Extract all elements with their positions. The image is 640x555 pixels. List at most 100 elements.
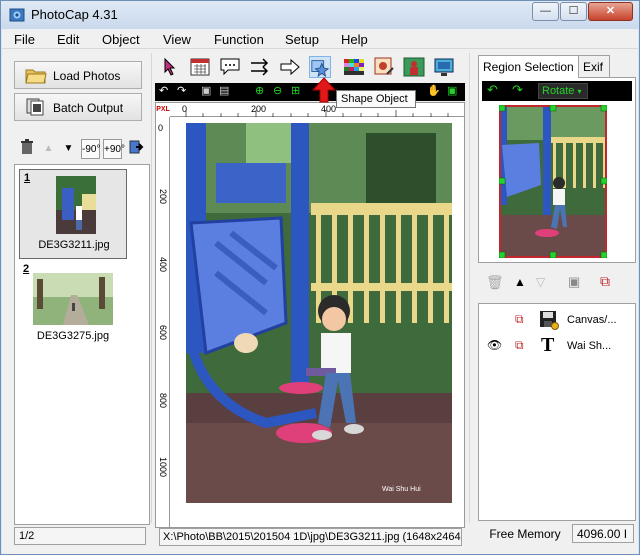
- color-palette-icon[interactable]: [343, 56, 365, 78]
- line-tool-icon[interactable]: [249, 56, 271, 78]
- delete-layer-icon[interactable]: 🗑: [486, 274, 504, 291]
- thumbnail-index: 2: [23, 263, 30, 275]
- calendar-icon[interactable]: [189, 56, 211, 78]
- rotate-dropdown-label: Rotate: [542, 85, 575, 97]
- menu-object[interactable]: Object: [102, 32, 140, 47]
- thumbnail-toolbar: ▲ ▼ -90° +90°: [14, 137, 150, 161]
- right-tabs: Region Selection Exif: [478, 55, 636, 78]
- layer-up-icon[interactable]: ▲: [514, 275, 526, 289]
- region-toolbar: ↶ ↷ Rotate ▾: [482, 81, 632, 101]
- photocap-app-icon: [9, 8, 25, 22]
- right-splitter[interactable]: [469, 53, 471, 523]
- layer-merge-icon[interactable]: ▣: [568, 274, 580, 290]
- ruler-v-label: 0: [158, 123, 164, 133]
- full-screen-icon[interactable]: ▣: [447, 84, 457, 97]
- speech-bubble-icon[interactable]: [219, 56, 241, 78]
- object-toolbar: [155, 53, 465, 83]
- ruler-h-ticks: [185, 110, 449, 117]
- thumbnail-image-2: [33, 273, 113, 325]
- maximize-button[interactable]: ☐: [560, 2, 587, 21]
- select-pointer-icon[interactable]: [159, 56, 181, 78]
- move-up-button[interactable]: ▲: [39, 139, 58, 159]
- export-photo-button[interactable]: [127, 139, 146, 159]
- batch-output-button[interactable]: Batch Output: [14, 93, 142, 121]
- thumbnail-item-1[interactable]: 1 DE3G3211.jpg: [19, 169, 127, 259]
- load-photos-button[interactable]: Load Photos: [14, 61, 142, 89]
- horizontal-ruler: 0 200 400: [156, 103, 464, 117]
- eye-visibility-icon[interactable]: 👁: [487, 338, 502, 352]
- layer-export-icon[interactable]: ⧉: [600, 273, 610, 290]
- shape-object-icon[interactable]: [309, 56, 331, 78]
- free-memory-label: Free Memory: [489, 527, 561, 541]
- ruler-v-label: 1000: [158, 457, 168, 478]
- delete-photo-button[interactable]: [17, 139, 36, 159]
- close-button[interactable]: ✕: [588, 2, 633, 21]
- menu-view[interactable]: View: [163, 32, 191, 47]
- window-title: PhotoCap 4.31: [31, 7, 118, 22]
- thumbnail-image-1: [56, 176, 96, 234]
- thumbnail-item-2[interactable]: 2 DE3G3275.jpg: [19, 261, 127, 351]
- app-window: PhotoCap 4.31 — ☐ ✕ File Edit Object Vie…: [0, 0, 640, 555]
- move-down-button[interactable]: ▼: [59, 139, 78, 159]
- rotate-ccw-button[interactable]: -90°: [81, 139, 100, 159]
- ruler-v-label: 800: [158, 393, 168, 409]
- arrow-shape-icon[interactable]: [279, 56, 301, 78]
- layer-down-icon[interactable]: ▽: [536, 275, 545, 289]
- thumbnail-list: 1 DE3G3211.jpg 2 DE3G3275.jpg: [14, 164, 150, 525]
- zoom-out-icon[interactable]: ⊖: [273, 84, 282, 97]
- person-frame-icon[interactable]: [403, 56, 425, 78]
- page-status: 1/2: [14, 527, 146, 545]
- menu-setup[interactable]: Setup: [285, 32, 319, 47]
- photo-watermark-text: Wai Shu Hui: [382, 486, 421, 493]
- title-bar: PhotoCap 4.31 — ☐ ✕: [1, 1, 639, 29]
- file-path-status: X:\Photo\BB\2015\201504 1D\jpg\DE3G3211.…: [159, 528, 462, 546]
- layer-link-icon: ⧉: [515, 338, 524, 352]
- tab-region-selection[interactable]: Region Selection: [478, 55, 579, 78]
- region-preview[interactable]: [499, 105, 607, 258]
- ruler-v-label: 200: [158, 189, 168, 205]
- rotate-left-icon[interactable]: ↶: [487, 82, 498, 98]
- fit-window-icon[interactable]: ⊞: [291, 84, 300, 97]
- tab-exif[interactable]: Exif: [578, 55, 610, 77]
- menu-help[interactable]: Help: [341, 32, 368, 47]
- main-photo[interactable]: Wai Shu Hui: [186, 123, 452, 503]
- minimize-button[interactable]: —: [532, 2, 559, 21]
- layer-row-canvas[interactable]: ⧉ Canvas/...: [479, 308, 635, 332]
- batch-output-icon: [26, 98, 44, 116]
- view-toolbar: ↶ ↷ ▣ ▤ ⊕ ⊖ ⊞ ✋ ▣: [155, 83, 465, 101]
- zoom-in-icon[interactable]: ⊕: [255, 84, 264, 97]
- thumbnail-filename: DE3G3211.jpg: [38, 239, 110, 251]
- hand-pan-icon[interactable]: ✋: [427, 84, 441, 97]
- rotate-dropdown[interactable]: Rotate ▾: [538, 83, 588, 99]
- redo-icon[interactable]: ↷: [177, 84, 186, 97]
- rotate-right-icon[interactable]: ↷: [512, 82, 523, 98]
- ruler-unit: PXL: [156, 103, 170, 117]
- menu-file[interactable]: File: [14, 32, 35, 47]
- thumbnail-filename: DE3G3275.jpg: [36, 330, 110, 342]
- image-edit-icon[interactable]: [373, 56, 395, 78]
- vertical-ruler: 0 200 400 600 800 1000: [156, 103, 170, 527]
- client-area: Load Photos Batch Output ▲ ▼ -90° +90° 1…: [2, 49, 638, 554]
- layers-panel: ⧉ Canvas/... 👁 ⧉ T Wai Sh...: [478, 303, 636, 521]
- layers-toolbar: 🗑 ▲ ▽ ▣ ⧉: [478, 269, 636, 297]
- text-t-icon: T: [541, 334, 555, 356]
- editing-canvas[interactable]: 0 200 400 0 200 400 600 800 1000 PXL Wai…: [155, 102, 465, 528]
- menu-function[interactable]: Function: [214, 32, 264, 47]
- tooltip: Shape Object: [336, 90, 416, 108]
- copy-icon[interactable]: ▣: [201, 84, 211, 97]
- undo-icon[interactable]: ↶: [159, 84, 168, 97]
- trash-icon: [20, 139, 33, 154]
- red-arrow-indicator-icon: [312, 77, 336, 103]
- folder-open-icon: [25, 69, 47, 84]
- ruler-v-label: 400: [158, 257, 168, 273]
- batch-output-label: Batch Output: [53, 101, 124, 115]
- layer-row-text[interactable]: 👁 ⧉ T Wai Sh...: [479, 334, 635, 358]
- export-arrow-icon: [129, 140, 143, 154]
- layer-label: Canvas/...: [567, 314, 617, 326]
- dropdown-caret-icon: ▾: [577, 87, 582, 96]
- left-splitter[interactable]: [151, 53, 153, 523]
- screen-capture-icon[interactable]: [433, 56, 455, 78]
- paste-icon[interactable]: ▤: [219, 84, 229, 97]
- rotate-cw-button[interactable]: +90°: [103, 139, 125, 159]
- menu-edit[interactable]: Edit: [57, 32, 79, 47]
